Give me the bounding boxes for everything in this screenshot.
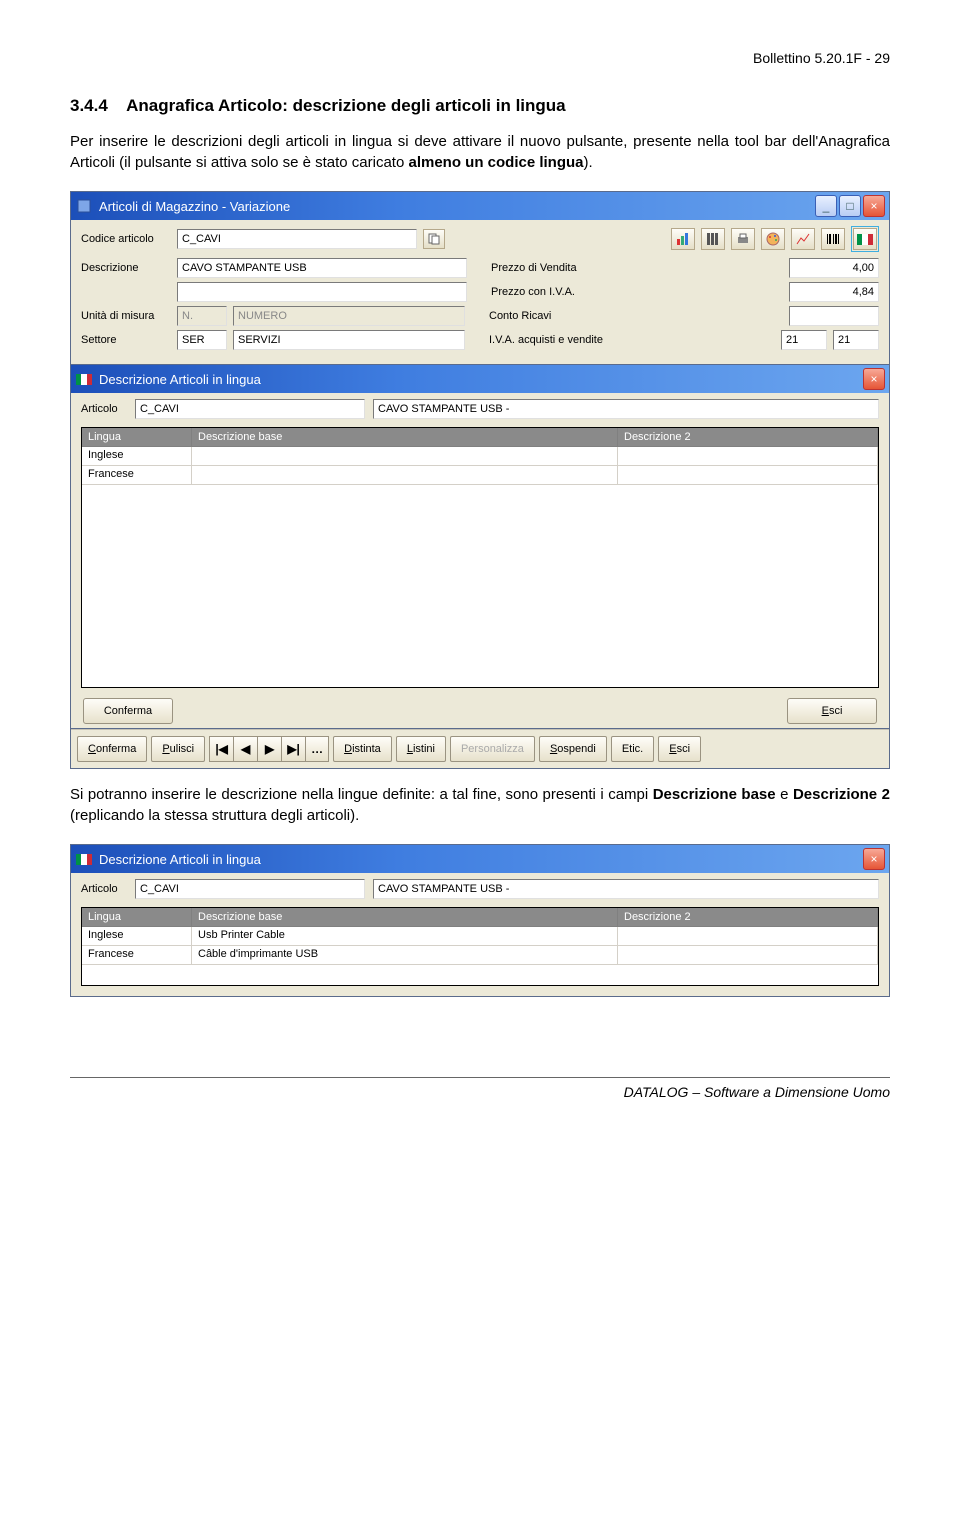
paragraph-2: Si potranno inserire le descrizione nell… — [70, 784, 890, 826]
paragraph-1: Per inserire le descrizioni degli artico… — [70, 131, 890, 173]
window-articoli-magazzino: Articoli di Magazzino - Variazione _ □ ×… — [70, 191, 890, 769]
sospendi-button[interactable]: Sospendi — [539, 736, 607, 762]
page-header: Bollettino 5.20.1F - 29 — [70, 50, 890, 66]
input-descrizione1[interactable]: CAVO STAMPANTE USB — [177, 258, 467, 278]
esci-button[interactable]: Esci — [787, 698, 877, 724]
input-iva-acq[interactable]: 21 — [781, 330, 827, 350]
conferma-button[interactable]: Conferma — [77, 736, 147, 762]
label-prezzo-iva: Prezzo con I.V.A. — [491, 286, 611, 298]
section-number: 3.4.4 — [70, 96, 108, 115]
table-row[interactable]: Inglese Usb Printer Cable — [82, 927, 878, 946]
col-desc2[interactable]: Descrizione 2 — [618, 428, 878, 447]
label-prezzo-vendita: Prezzo di Vendita — [491, 262, 611, 274]
nav-last-icon[interactable]: ▶| — [281, 736, 305, 762]
label-codice: Codice articolo — [81, 233, 171, 245]
titlebar-articoli[interactable]: Articoli di Magazzino - Variazione _ □ × — [71, 192, 889, 220]
col-lingua[interactable]: Lingua — [82, 428, 192, 447]
window-icon — [75, 197, 93, 215]
listini-button[interactable]: Listini — [396, 736, 446, 762]
table-row[interactable]: Francese — [82, 466, 878, 485]
grid-lingue[interactable]: Lingua Descrizione base Descrizione 2 In… — [81, 427, 879, 688]
flag-icon — [75, 370, 93, 388]
grid-body[interactable]: Inglese Usb Printer Cable Francese Câble… — [82, 927, 878, 985]
input-conto-ricavi[interactable] — [789, 306, 879, 326]
label-conto-ricavi: Conto Ricavi — [489, 310, 609, 322]
toolbar-icons — [671, 226, 879, 252]
copy-button[interactable] — [423, 229, 445, 249]
label-iva: I.V.A. acquisti e vendite — [489, 334, 629, 346]
nav-prev-icon[interactable]: ◀ — [233, 736, 257, 762]
col-desc2[interactable]: Descrizione 2 — [618, 908, 878, 927]
graph-icon[interactable] — [791, 228, 815, 250]
nav-first-icon[interactable]: |◀ — [209, 736, 233, 762]
window-title: Articoli di Magazzino - Variazione — [99, 199, 815, 214]
distinta-button[interactable]: Distinta — [333, 736, 392, 762]
bottom-toolbar: Conferma Pulisci |◀ ◀ ▶ ▶| … Distinta Li… — [71, 729, 889, 768]
input-articolo-desc[interactable]: CAVO STAMPANTE USB - — [373, 399, 879, 419]
col-lingua[interactable]: Lingua — [82, 908, 192, 927]
input-prezzo-vendita[interactable]: 4,00 — [789, 258, 879, 278]
etic-button[interactable]: Etic. — [611, 736, 654, 762]
input-articolo-desc[interactable]: CAVO STAMPANTE USB - — [373, 879, 879, 899]
window-descrizione-lingua: Descrizione Articoli in lingua × Articol… — [71, 364, 889, 729]
section-heading: 3.4.4 Anagrafica Articolo: descrizione d… — [70, 96, 890, 116]
section-title: Anagrafica Articolo: descrizione degli a… — [126, 96, 566, 115]
grid-lingue-2[interactable]: Lingua Descrizione base Descrizione 2 In… — [81, 907, 879, 986]
input-descrizione2[interactable] — [177, 282, 467, 302]
input-settore-code[interactable]: SER — [177, 330, 227, 350]
label-descrizione: Descrizione — [81, 262, 171, 274]
columns-icon[interactable] — [701, 228, 725, 250]
input-unita-desc: NUMERO — [233, 306, 465, 326]
col-descbase[interactable]: Descrizione base — [192, 428, 618, 447]
input-unita-code[interactable]: N. — [177, 306, 227, 326]
label-articolo: Articolo — [81, 883, 127, 895]
close-button[interactable]: × — [863, 368, 885, 390]
input-settore-desc: SERVIZI — [233, 330, 465, 350]
minimize-button[interactable]: _ — [815, 195, 837, 217]
table-row[interactable]: Inglese — [82, 447, 878, 466]
table-row[interactable]: Francese Câble d'imprimante USB — [82, 946, 878, 965]
nav-more-icon[interactable]: … — [305, 736, 329, 762]
window-descrizione-lingua-2: Descrizione Articoli in lingua × Articol… — [70, 844, 890, 997]
label-unita: Unità di misura — [81, 310, 171, 322]
input-articolo-code[interactable]: C_CAVI — [135, 879, 365, 899]
barcode-icon[interactable] — [821, 228, 845, 250]
input-codice[interactable]: C_CAVI — [177, 229, 417, 249]
esci-button[interactable]: Esci — [658, 736, 701, 762]
palette-icon[interactable] — [761, 228, 785, 250]
label-settore: Settore — [81, 334, 171, 346]
titlebar-lingua[interactable]: Descrizione Articoli in lingua × — [71, 365, 889, 393]
label-articolo: Articolo — [81, 403, 127, 415]
language-flag-button[interactable] — [853, 228, 877, 250]
input-articolo-code[interactable]: C_CAVI — [135, 399, 365, 419]
page-footer: DATALOG – Software a Dimensione Uomo — [70, 1077, 890, 1100]
personalizza-button: Personalizza — [450, 736, 535, 762]
language-flag-highlight — [851, 226, 879, 252]
flag-icon — [75, 850, 93, 868]
close-button[interactable]: × — [863, 848, 885, 870]
input-prezzo-iva[interactable]: 4,84 — [789, 282, 879, 302]
pulisci-button[interactable]: Pulisci — [151, 736, 205, 762]
conferma-button[interactable]: Conferma — [83, 698, 173, 724]
window-title: Descrizione Articoli in lingua — [99, 852, 863, 867]
maximize-button[interactable]: □ — [839, 195, 861, 217]
record-navigator[interactable]: |◀ ◀ ▶ ▶| … — [209, 736, 329, 762]
window-title: Descrizione Articoli in lingua — [99, 372, 863, 387]
col-descbase[interactable]: Descrizione base — [192, 908, 618, 927]
close-button[interactable]: × — [863, 195, 885, 217]
grid-body[interactable]: Inglese Francese — [82, 447, 878, 687]
input-iva-ven[interactable]: 21 — [833, 330, 879, 350]
print-icon[interactable] — [731, 228, 755, 250]
titlebar-lingua2[interactable]: Descrizione Articoli in lingua × — [71, 845, 889, 873]
nav-next-icon[interactable]: ▶ — [257, 736, 281, 762]
chart-icon[interactable] — [671, 228, 695, 250]
